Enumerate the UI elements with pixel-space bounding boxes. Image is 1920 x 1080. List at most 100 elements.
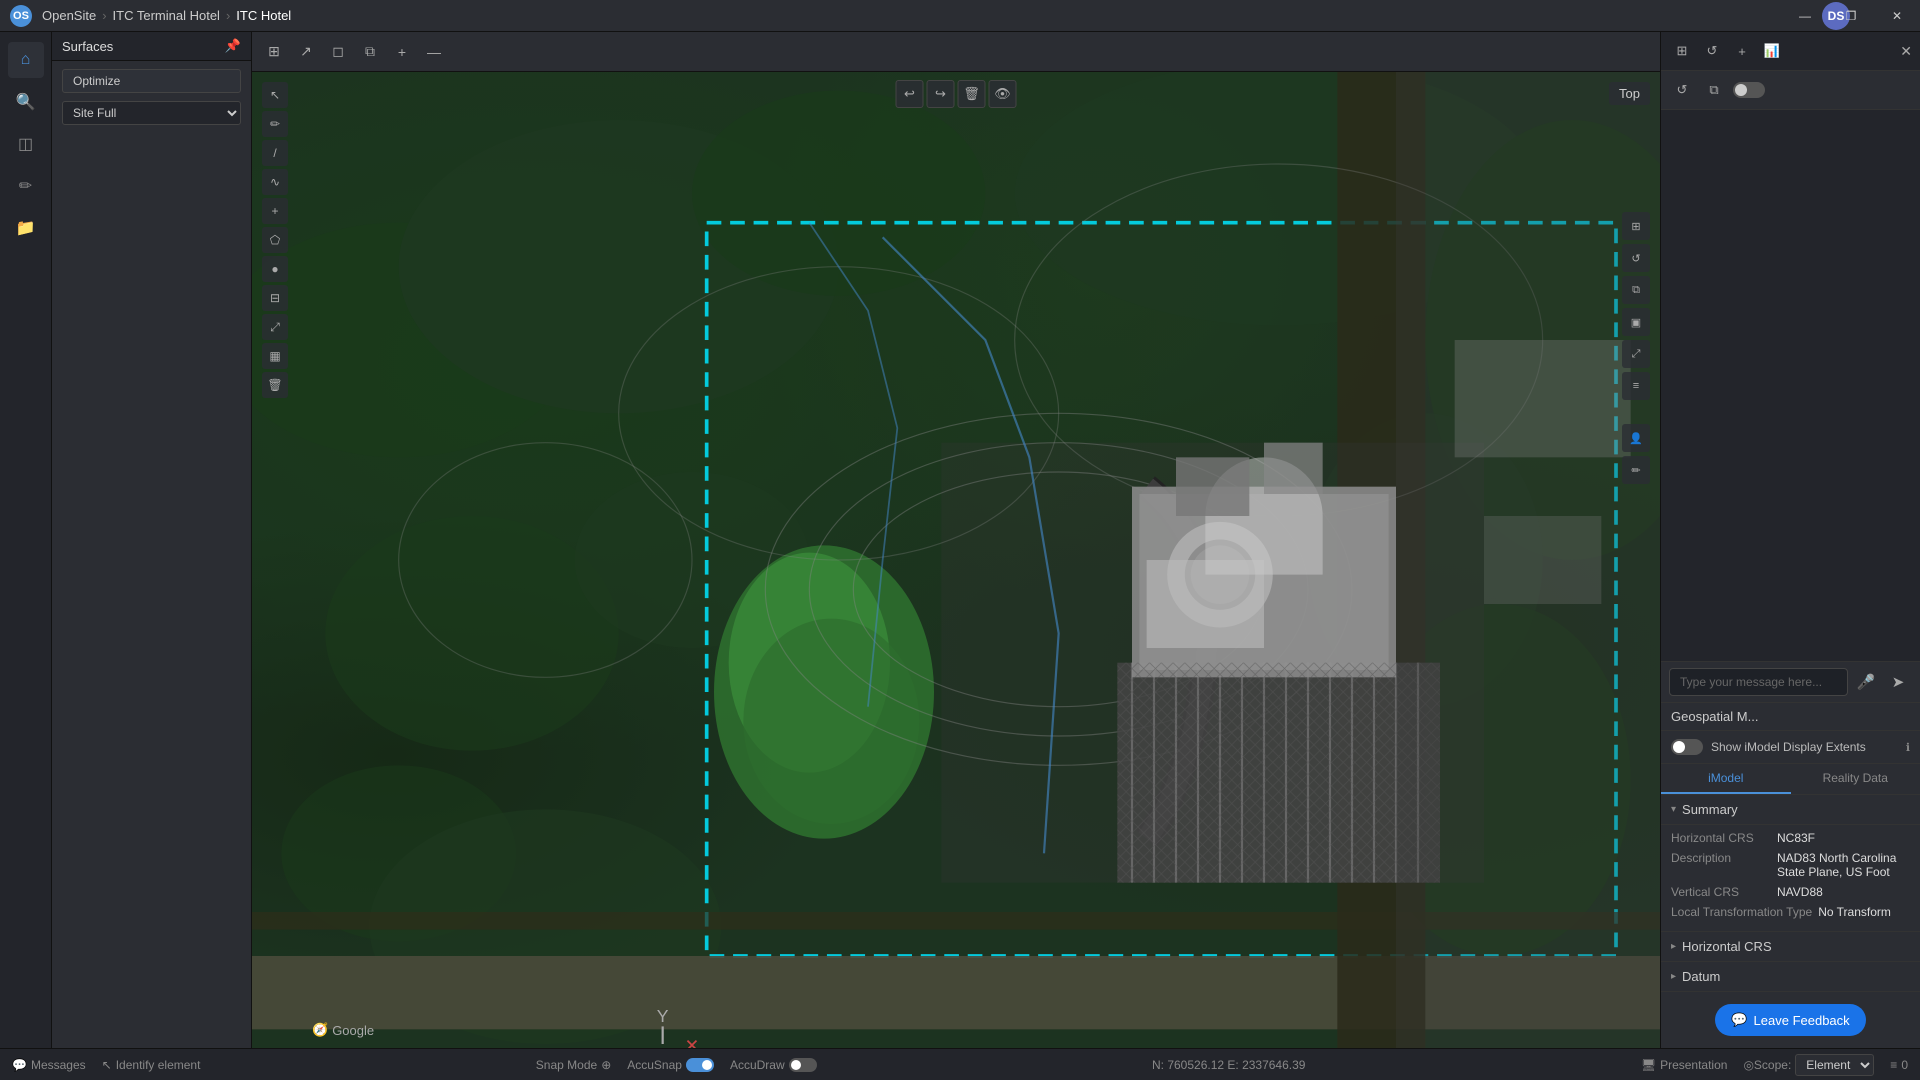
delete-btn[interactable]: 🗑 bbox=[958, 80, 986, 108]
messages-label: Messages bbox=[31, 1058, 86, 1072]
identify-label: Identify element bbox=[116, 1058, 201, 1072]
vp-right-icons: ⊞ ↺ ⧉ ▣ ⤢ ≡ 👤 ✏ bbox=[1622, 212, 1650, 484]
toolbar-overlap-btn[interactable]: ⧉ bbox=[356, 38, 384, 66]
breadcrumb: OpenSite › ITC Terminal Hotel › ITC Hote… bbox=[42, 8, 291, 23]
sidebar-item-layers[interactable]: ◫ bbox=[8, 126, 44, 162]
show-extents-toggle[interactable] bbox=[1671, 739, 1703, 755]
vp-expand-btn[interactable]: ⤢ bbox=[1622, 340, 1650, 368]
presentation-label: Presentation bbox=[1660, 1058, 1727, 1072]
site-dropdown[interactable]: Site Full Site Partial Custom bbox=[62, 101, 241, 125]
geo-panel-header: Geospatial M... bbox=[1661, 703, 1920, 731]
vp-person-btn[interactable]: 👤 bbox=[1622, 424, 1650, 452]
view-label: Top bbox=[1609, 82, 1650, 105]
eye-btn[interactable]: 👁 bbox=[989, 80, 1017, 108]
sb-messages[interactable]: 💬 Messages bbox=[12, 1058, 86, 1072]
panel-pin-icon[interactable]: 📌 bbox=[225, 38, 241, 54]
accu-draw-label: AccuDraw bbox=[730, 1058, 785, 1072]
google-watermark: 🧭 Google bbox=[312, 1022, 374, 1038]
datum-section[interactable]: ▸ Datum bbox=[1661, 962, 1920, 992]
viewport-left-toolbar: ↖ ✏ / ∿ + ⬠ ● ⊟ ⤢ ▦ 🗑 bbox=[262, 82, 288, 398]
scope-select[interactable]: Element Model bbox=[1795, 1054, 1874, 1076]
transform-key: Local Transformation Type bbox=[1671, 905, 1812, 919]
count-label: 0 bbox=[1901, 1058, 1908, 1072]
info-icon[interactable]: ℹ bbox=[1906, 741, 1910, 754]
toolbar-add-btn[interactable]: + bbox=[388, 38, 416, 66]
vp-pencil-tool[interactable]: ✏ bbox=[262, 111, 288, 137]
vp-delete-tool[interactable]: 🗑 bbox=[262, 372, 288, 398]
rp-refresh-btn[interactable]: ↺ bbox=[1669, 77, 1695, 103]
left-sidebar: ⌂ 🔍 ◫ ✏ 📁 bbox=[0, 32, 52, 1048]
vp-view-btn[interactable]: ⧉ bbox=[1622, 276, 1650, 304]
show-extents-row: Show iModel Display Extents ℹ bbox=[1661, 731, 1920, 764]
rp-toggle[interactable] bbox=[1733, 82, 1765, 98]
vp-nav-btn[interactable]: ⊞ bbox=[1622, 212, 1650, 240]
viewport-container: ⊞ ↗ ◻ ⧉ + — bbox=[252, 32, 1660, 1048]
vp-edit-btn[interactable]: ✏ bbox=[1622, 456, 1650, 484]
vp-expand-tool[interactable]: ⤢ bbox=[262, 314, 288, 340]
summary-row-transform: Local Transformation Type No Transform bbox=[1671, 905, 1910, 919]
dropdown-row: Site Full Site Partial Custom bbox=[62, 101, 241, 125]
vp-curve-tool[interactable]: ∿ bbox=[262, 169, 288, 195]
vp-rotate-btn[interactable]: ↺ bbox=[1622, 244, 1650, 272]
restore-button[interactable]: ❐ bbox=[1828, 0, 1874, 32]
vp-list-btn[interactable]: ≡ bbox=[1622, 372, 1650, 400]
undo-btn[interactable]: ↩ bbox=[896, 80, 924, 108]
summary-header[interactable]: ▾ Summary bbox=[1661, 795, 1920, 825]
toolbar-minus-btn[interactable]: — bbox=[420, 38, 448, 66]
panel-header: Surfaces 📌 bbox=[52, 32, 251, 61]
accu-draw-toggle[interactable] bbox=[789, 1058, 817, 1072]
summary-chevron: ▾ bbox=[1671, 804, 1676, 815]
chat-input[interactable] bbox=[1669, 668, 1848, 696]
sidebar-item-search[interactable]: 🔍 bbox=[8, 84, 44, 120]
sb-coordinates: N: 760526.12 E: 2337646.39 bbox=[1152, 1058, 1305, 1072]
vp-grid-tool[interactable]: ▦ bbox=[262, 343, 288, 369]
toolbar-grid-btn[interactable]: ⊞ bbox=[260, 38, 288, 66]
vp-table-tool[interactable]: ⊟ bbox=[262, 285, 288, 311]
sidebar-item-home[interactable]: ⌂ bbox=[8, 42, 44, 78]
leave-feedback-label: Leave Feedback bbox=[1754, 1013, 1850, 1028]
tab-reality-data[interactable]: Reality Data bbox=[1791, 764, 1920, 794]
compass-icon: 🧭 bbox=[312, 1022, 328, 1038]
vp-dot-tool[interactable]: ● bbox=[262, 256, 288, 282]
optimize-button[interactable]: Optimize bbox=[62, 69, 241, 93]
vp-line-tool[interactable]: / bbox=[262, 140, 288, 166]
chat-area bbox=[1661, 110, 1920, 661]
rp-icon-plus[interactable]: + bbox=[1729, 38, 1755, 64]
toolbar-row: ⊞ ↗ ◻ ⧉ + — bbox=[252, 32, 1660, 72]
breadcrumb-item1[interactable]: ITC Terminal Hotel bbox=[113, 8, 220, 23]
close-button[interactable]: ✕ bbox=[1874, 0, 1920, 32]
app-icon: OS bbox=[10, 5, 32, 27]
summary-table: Horizontal CRS NC83F Description NAD83 N… bbox=[1661, 825, 1920, 932]
vp-shape-tool[interactable]: ⬠ bbox=[262, 227, 288, 253]
minimize-button[interactable]: — bbox=[1782, 0, 1828, 32]
rp-icon-grid[interactable]: ⊞ bbox=[1669, 38, 1695, 64]
redo-btn[interactable]: ↪ bbox=[927, 80, 955, 108]
leave-feedback-button[interactable]: 💬 Leave Feedback bbox=[1715, 1004, 1865, 1036]
sidebar-item-briefcase[interactable]: 📁 bbox=[8, 210, 44, 246]
cursor-icon: ↖ bbox=[102, 1058, 112, 1072]
tab-imodel[interactable]: iModel bbox=[1661, 764, 1791, 794]
presentation-icon: 🖥 bbox=[1641, 1058, 1656, 1072]
summary-section: ▾ Summary Horizontal CRS NC83F Descripti… bbox=[1661, 795, 1920, 992]
viewport[interactable]: Y ✕ ↖ ✏ / ∿ + ⬠ ● ⊟ ⤢ ▦ 🗑 ↩ bbox=[252, 72, 1660, 1048]
vp-screen-btn[interactable]: ▣ bbox=[1622, 308, 1650, 336]
sb-identify[interactable]: ↖ Identify element bbox=[102, 1058, 201, 1072]
building-overlay: Y ✕ bbox=[252, 72, 1660, 1048]
svg-text:Y: Y bbox=[657, 1006, 669, 1026]
rp-icon-refresh[interactable]: ↺ bbox=[1699, 38, 1725, 64]
rp-close-btn[interactable]: ✕ bbox=[1900, 43, 1912, 60]
send-btn[interactable]: ➤ bbox=[1884, 668, 1912, 696]
vp-select-tool[interactable]: ↖ bbox=[262, 82, 288, 108]
rp-copy-btn[interactable]: ⧉ bbox=[1701, 77, 1727, 103]
mic-btn[interactable]: 🎤 bbox=[1852, 668, 1880, 696]
sb-accu-draw: AccuDraw bbox=[730, 1058, 817, 1072]
toolbar-rect-btn[interactable]: ◻ bbox=[324, 38, 352, 66]
accu-snap-toggle[interactable] bbox=[686, 1058, 714, 1072]
sb-presentation: 🖥 Presentation bbox=[1641, 1058, 1728, 1072]
breadcrumb-sep1: › bbox=[102, 8, 106, 23]
horizontal-crs-section[interactable]: ▸ Horizontal CRS bbox=[1661, 932, 1920, 962]
vp-plus-tool[interactable]: + bbox=[262, 198, 288, 224]
sidebar-item-pencil[interactable]: ✏ bbox=[8, 168, 44, 204]
rp-icon-chart[interactable]: 📊 bbox=[1759, 38, 1785, 64]
toolbar-arrow-btn[interactable]: ↗ bbox=[292, 38, 320, 66]
